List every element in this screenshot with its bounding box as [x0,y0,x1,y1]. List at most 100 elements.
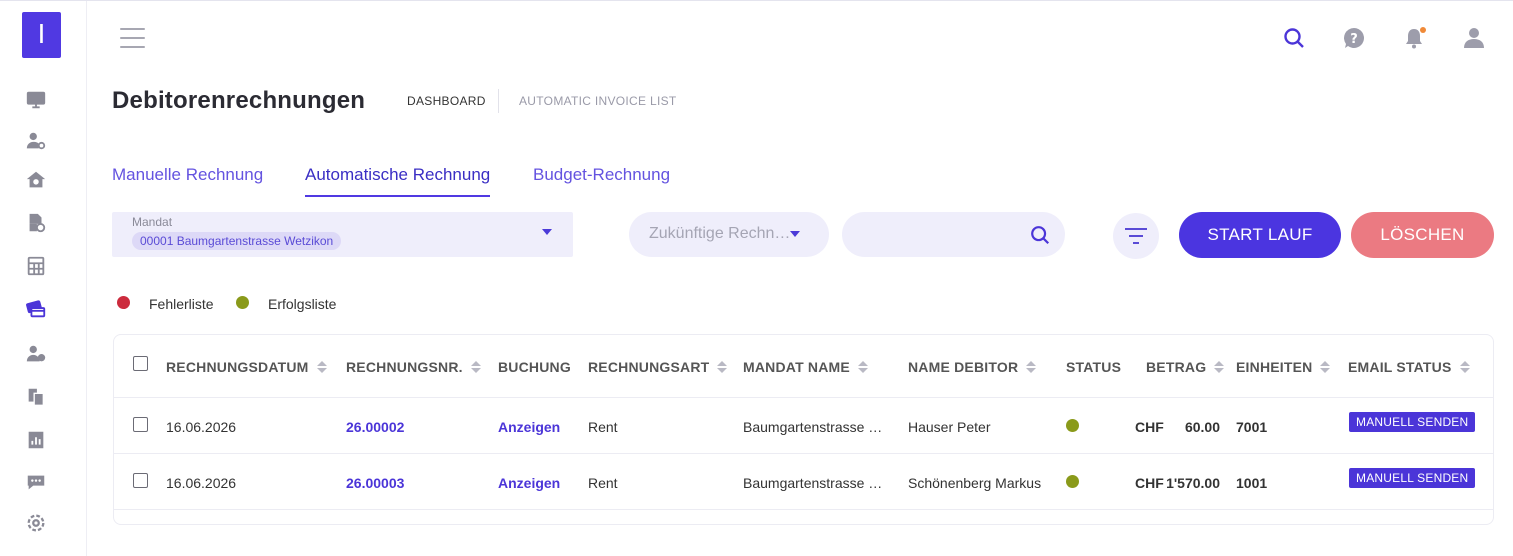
header-label: EMAIL STATUS [1348,359,1452,375]
cell-mandat-name: Baumgartenstrasse … [743,475,883,491]
error-list-link[interactable]: Fehlerliste [149,296,214,312]
status-success-dot [1066,419,1079,432]
user-group-icon[interactable] [24,342,48,366]
row-divider [114,509,1493,510]
send-manually-badge[interactable]: MANUELL SENDEN [1349,468,1476,488]
cell-invoice-type: Rent [588,475,618,491]
copy-documents-icon[interactable] [24,385,48,409]
header-units[interactable]: EINHEITEN [1236,359,1331,375]
cell-units: 1001 [1236,475,1268,491]
menu-toggle-icon[interactable] [120,28,145,50]
start-run-button[interactable]: START LAUF [1179,212,1341,258]
filter-icon [1125,228,1147,244]
tab-budget-invoice[interactable]: Budget-Rechnung [533,165,670,195]
sort-icon[interactable] [1026,360,1037,374]
user-settings-icon[interactable] [24,129,48,153]
gear-icon[interactable] [24,511,48,535]
header-invoice-date[interactable]: RECHNUNGSDATUM [166,359,327,375]
search-field[interactable] [842,212,1065,257]
document-settings-icon[interactable] [24,211,48,235]
header-email-status[interactable]: EMAIL STATUS [1348,359,1470,375]
error-legend-dot [117,296,130,309]
row-checkbox[interactable] [133,417,148,432]
cell-debtor-name: Hauser Peter [908,419,991,435]
calculator-icon[interactable] [24,254,48,278]
tab-automatic-invoice[interactable]: Automatische Rechnung [305,165,491,197]
header-label: RECHNUNGSNR. [346,359,463,375]
header-label: BETRAG [1146,359,1207,375]
status-success-dot [1066,475,1079,488]
help-icon[interactable]: ? [1341,25,1367,51]
row-divider [114,453,1493,454]
cell-invoice-number-link[interactable]: 26.00003 [346,475,404,491]
sort-icon[interactable] [1459,360,1470,374]
filter-button[interactable] [1113,213,1159,259]
search-icon[interactable] [1029,224,1051,246]
tab-manual-invoice[interactable]: Manuelle Rechnung [112,165,263,195]
sort-icon[interactable] [857,360,868,374]
cell-debtor-name: Schönenberg Markus [908,475,1042,491]
cell-amount: 60.00 [1184,419,1220,435]
invoice-cards-icon[interactable] [24,297,48,321]
app-logo[interactable]: I [22,12,61,58]
future-invoice-select[interactable]: Zukünftige Rechn… [629,212,829,257]
mandat-select[interactable]: Mandat 00001 Baumgartenstrasse Wetzikon [112,212,573,257]
breadcrumb-divider [498,89,499,113]
sidebar: I [0,1,87,556]
sort-icon[interactable] [1320,360,1331,374]
future-invoice-value: Zukünftige Rechn… [649,225,791,242]
page-title: Debitorenrechnungen [112,87,366,114]
header-label: MANDAT NAME [743,359,850,375]
user-avatar-icon[interactable] [1461,25,1487,51]
header-divider [114,397,1493,398]
cell-booking-show-link[interactable]: Anzeigen [498,475,560,491]
header-status: STATUS [1066,359,1121,375]
report-icon[interactable] [24,428,48,452]
breadcrumb-current: AUTOMATIC INVOICE LIST [519,94,677,108]
header-label: NAME DEBITOR [908,359,1019,375]
header-mandat-name[interactable]: MANDAT NAME [743,359,868,375]
cell-invoice-number-link[interactable]: 26.00002 [346,419,404,435]
delete-button[interactable]: LÖSCHEN [1351,212,1494,258]
sort-icon[interactable] [1214,360,1225,374]
header-label: EINHEITEN [1236,359,1313,375]
select-all-checkbox[interactable] [133,356,148,371]
row-checkbox[interactable] [133,473,148,488]
cell-booking-show-link[interactable]: Anzeigen [498,419,560,435]
header-debtor-name[interactable]: NAME DEBITOR [908,359,1037,375]
cell-invoice-date: 16.06.2026 [166,419,237,435]
search-icon[interactable] [1281,25,1307,51]
cell-amount: 1'570.00 [1166,475,1220,491]
header-label: STATUS [1066,359,1122,375]
breadcrumb-dashboard[interactable]: DASHBOARD [407,94,486,108]
mandat-chip[interactable]: 00001 Baumgartenstrasse Wetzikon [132,232,342,250]
chevron-down-icon [542,229,552,235]
success-list-link[interactable]: Erfolgsliste [268,296,336,312]
send-manually-badge[interactable]: MANUELL SENDEN [1349,412,1476,432]
chevron-down-icon [790,231,800,237]
monitor-icon[interactable] [24,88,48,112]
header-amount[interactable]: BETRAG [1146,359,1225,375]
header-label: RECHNUNGSART [588,359,710,375]
sort-icon[interactable] [717,360,728,374]
chat-icon[interactable] [24,470,48,494]
search-input[interactable] [858,220,1028,248]
cell-currency: CHF [1135,419,1164,435]
header-invoice-type[interactable]: RECHNUNGSART [588,359,728,375]
mandat-label: Mandat [132,215,173,229]
cell-invoice-type: Rent [588,419,618,435]
cell-units: 7001 [1236,419,1268,435]
header-booking: BUCHUNG [498,359,571,375]
cell-invoice-date: 16.06.2026 [166,475,237,491]
header-label: BUCHUNG [498,359,571,375]
success-legend-dot [236,296,249,309]
logo-glyph: I [37,20,46,50]
header-invoice-number[interactable]: RECHNUNGSNR. [346,359,481,375]
notification-dot [1420,27,1426,33]
sort-icon[interactable] [470,360,481,374]
house-settings-icon[interactable] [24,168,48,192]
sort-icon[interactable] [316,360,327,374]
notification-bell-icon[interactable] [1401,25,1427,51]
svg-text:?: ? [1350,32,1358,47]
header-label: RECHNUNGSDATUM [166,359,309,375]
